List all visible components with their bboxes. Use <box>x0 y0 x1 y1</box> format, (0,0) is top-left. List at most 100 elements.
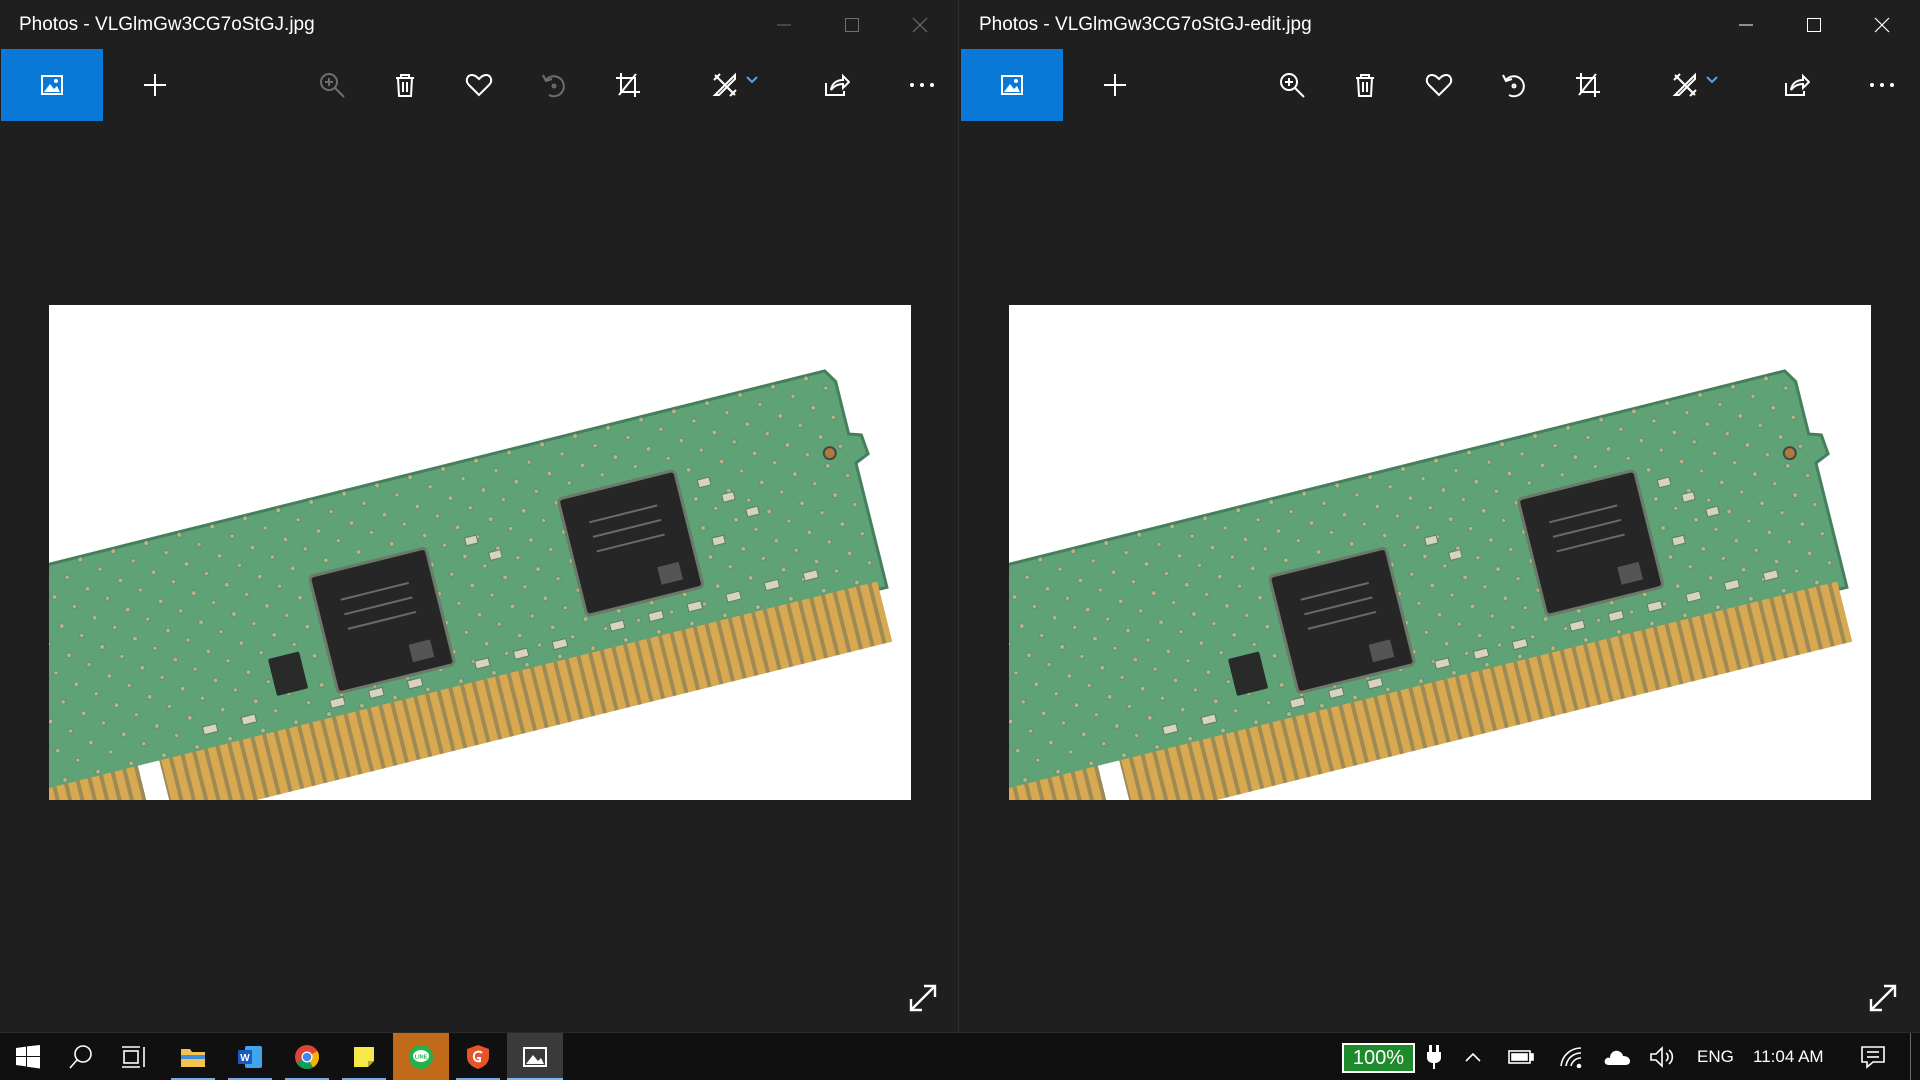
photos-icon <box>523 1047 547 1067</box>
minimize-button[interactable] <box>1712 0 1780 50</box>
taskbar: W LINE 100% ENG 11:04 AM <box>0 1032 1920 1080</box>
svg-text:W: W <box>240 1053 250 1064</box>
sticky-notes-icon <box>354 1047 374 1067</box>
rotate-button[interactable] <box>1487 49 1541 121</box>
chevron-up-icon <box>1465 1052 1481 1062</box>
title-bar[interactable]: Photos - VLGlmGw3CG7oStGJ-edit.jpg <box>960 0 1920 50</box>
task-view-icon <box>122 1046 145 1068</box>
crop-icon <box>1576 73 1600 97</box>
share-button[interactable] <box>809 49 863 121</box>
edit-create-button[interactable] <box>1660 49 1730 121</box>
photo-canvas[interactable] <box>49 305 911 800</box>
add-icon <box>1104 74 1126 96</box>
chrome-button[interactable] <box>279 1033 335 1080</box>
add-button[interactable] <box>1088 49 1142 121</box>
crop-icon <box>616 73 640 97</box>
zoom-button[interactable] <box>305 49 359 121</box>
chevron-down-icon <box>746 76 758 84</box>
photo-canvas[interactable] <box>1009 305 1871 800</box>
rotate-button[interactable] <box>527 49 581 121</box>
edit-icon <box>1672 72 1697 97</box>
chevron-down-icon <box>1706 76 1718 84</box>
delete-button[interactable] <box>1338 49 1392 121</box>
file-explorer-button[interactable] <box>165 1033 221 1080</box>
show-desktop-button[interactable] <box>1910 1033 1911 1080</box>
ram-module-image <box>1009 305 1871 800</box>
rotate-icon <box>1502 74 1525 98</box>
show-hidden-icons-button[interactable] <box>1457 1033 1489 1080</box>
maximize-button[interactable] <box>818 0 886 50</box>
favorite-button[interactable] <box>1412 49 1466 121</box>
close-button[interactable] <box>1848 0 1916 50</box>
guardian-app-button[interactable] <box>450 1033 506 1080</box>
battery-icon <box>1508 1050 1534 1064</box>
svg-text:LINE: LINE <box>415 1055 428 1061</box>
file-explorer-icon <box>181 1049 205 1067</box>
search-icon <box>69 1045 92 1069</box>
crop-button[interactable] <box>1561 49 1615 121</box>
more-button[interactable] <box>895 49 949 121</box>
onedrive-button[interactable] <box>1598 1033 1636 1080</box>
line-button[interactable]: LINE <box>393 1033 449 1080</box>
cloud-icon <box>1604 1050 1630 1065</box>
view-button[interactable] <box>1 49 103 121</box>
toolbar <box>960 49 1920 121</box>
start-button[interactable] <box>0 1033 56 1080</box>
network-button[interactable] <box>1553 1033 1591 1080</box>
photos-window-edited: Photos - VLGlmGw3CG7oStGJ-edit.jpg <box>960 0 1920 1032</box>
photos-button[interactable] <box>507 1033 563 1080</box>
window-title: Photos - VLGlmGw3CG7oStGJ-edit.jpg <box>979 14 1312 35</box>
clock[interactable]: 11:04 AM <box>1753 1033 1824 1080</box>
delete-icon <box>396 74 414 97</box>
search-button[interactable] <box>53 1033 109 1080</box>
share-button[interactable] <box>1769 49 1823 121</box>
toolbar <box>0 49 958 121</box>
window-title: Photos - VLGlmGw3CG7oStGJ.jpg <box>19 14 315 35</box>
battery-button[interactable] <box>1502 1033 1540 1080</box>
start-icon <box>16 1045 40 1069</box>
maximize-button[interactable] <box>1780 0 1848 50</box>
word-icon: W <box>238 1046 262 1068</box>
edit-create-button[interactable] <box>700 49 770 121</box>
ram-module-image <box>49 305 911 800</box>
sticky-notes-button[interactable] <box>336 1033 392 1080</box>
photos-window-original: Photos - VLGlmGw3CG7oStGJ.jpg <box>0 0 959 1032</box>
task-view-button[interactable] <box>106 1033 162 1080</box>
zoom-in-icon <box>320 73 345 98</box>
plug-icon <box>1427 1045 1441 1069</box>
language-indicator[interactable]: ENG <box>1697 1033 1734 1080</box>
expand-icon <box>909 984 937 1012</box>
title-bar[interactable]: Photos - VLGlmGw3CG7oStGJ.jpg <box>0 0 958 50</box>
delete-button[interactable] <box>378 49 432 121</box>
guardian-icon <box>467 1045 489 1069</box>
line-icon: LINE <box>409 1045 433 1069</box>
share-icon <box>1785 73 1810 96</box>
add-icon <box>144 74 166 96</box>
battery-percent-badge[interactable]: 100% <box>1342 1043 1415 1073</box>
view-button[interactable] <box>961 49 1063 121</box>
rotate-icon <box>542 74 565 98</box>
chrome-icon <box>295 1045 320 1070</box>
speaker-icon <box>1650 1046 1674 1068</box>
more-icon <box>1870 83 1894 87</box>
close-button[interactable] <box>886 0 954 50</box>
zoom-in-icon <box>1280 73 1305 98</box>
favorite-icon <box>465 73 493 97</box>
notifications-icon <box>1861 1046 1885 1069</box>
delete-icon <box>1356 74 1374 97</box>
add-button[interactable] <box>128 49 182 121</box>
expand-icon <box>1869 984 1897 1012</box>
minimize-button[interactable] <box>750 0 818 50</box>
word-button[interactable]: W <box>222 1033 278 1080</box>
zoom-button[interactable] <box>1265 49 1319 121</box>
power-plug-button[interactable] <box>1418 1033 1450 1080</box>
full-screen-button[interactable] <box>1863 978 1903 1018</box>
volume-button[interactable] <box>1643 1033 1681 1080</box>
crop-button[interactable] <box>601 49 655 121</box>
more-icon <box>910 83 934 87</box>
full-screen-button[interactable] <box>903 978 943 1018</box>
favorite-button[interactable] <box>452 49 506 121</box>
action-center-button[interactable] <box>1853 1033 1893 1080</box>
more-button[interactable] <box>1855 49 1909 121</box>
view-icon <box>1001 75 1023 95</box>
